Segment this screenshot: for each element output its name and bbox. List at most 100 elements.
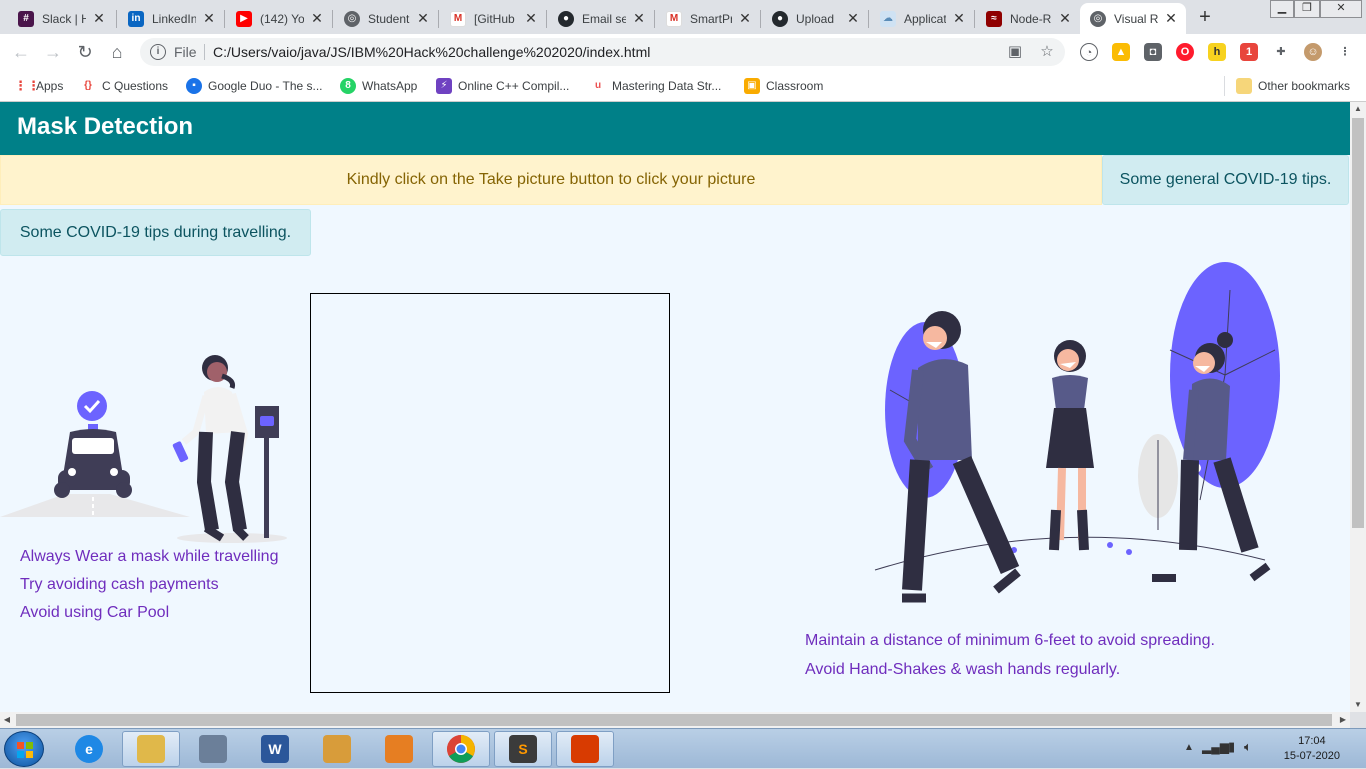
general-tips-button[interactable]: Some general COVID-19 tips. bbox=[1102, 155, 1349, 205]
new-tab-button[interactable]: + bbox=[1192, 6, 1218, 30]
avatar[interactable]: ☺ bbox=[1304, 43, 1322, 61]
reload-icon[interactable]: ↻ bbox=[73, 40, 97, 64]
taskbar-app-chrome[interactable] bbox=[432, 731, 490, 767]
tab-email[interactable]: ● Email se ✕ bbox=[548, 3, 654, 34]
close-tab-icon[interactable]: ✕ bbox=[952, 10, 966, 27]
classroom-icon: ▣ bbox=[744, 78, 760, 94]
bookmark-c-questions[interactable]: {} C Questions bbox=[80, 77, 168, 95]
taskbar-app-internet-explorer[interactable]: e bbox=[60, 731, 118, 767]
back-arrow-icon[interactable]: ← bbox=[9, 40, 33, 64]
close-tab-icon[interactable]: ✕ bbox=[1164, 10, 1178, 27]
bookmark-google-duo[interactable]: ▪ Google Duo - The s... bbox=[186, 77, 323, 95]
taskbar-app-sublime[interactable]: S bbox=[494, 731, 552, 767]
road-shape bbox=[0, 494, 190, 517]
bookmark-whatsapp[interactable]: 8 WhatsApp bbox=[340, 77, 417, 95]
tab-title: Visual R bbox=[1114, 11, 1158, 26]
chrome-icon bbox=[447, 735, 475, 763]
tab-title: Slack | H bbox=[42, 11, 86, 26]
gmail-icon: M bbox=[666, 10, 682, 27]
tab-divider bbox=[760, 10, 761, 28]
vertical-scroll-thumb[interactable] bbox=[1352, 118, 1364, 528]
close-window-button[interactable]: ✕ bbox=[1320, 0, 1362, 18]
scroll-left-arrow-icon[interactable]: ◀ bbox=[0, 712, 14, 728]
linkedin-icon: in bbox=[128, 10, 144, 27]
close-tab-icon[interactable]: ✕ bbox=[524, 10, 538, 27]
bookmark-apps[interactable]: ⋮⋮ Apps bbox=[14, 77, 63, 95]
tab-title: LinkedIn bbox=[152, 11, 196, 26]
travel-illustration bbox=[0, 355, 287, 543]
taskbar-app-office-tools[interactable] bbox=[370, 731, 428, 767]
bookmark-online-cpp[interactable]: ⚡ Online C++ Compil... bbox=[436, 77, 569, 95]
notification-extension-icon[interactable]: 1 bbox=[1240, 43, 1258, 61]
tab-slack[interactable]: # Slack | H ✕ bbox=[8, 3, 114, 34]
tab-strip: # Slack | H ✕ in LinkedIn ✕ ▶ (142) Yo ✕… bbox=[0, 0, 1366, 34]
clock[interactable]: 17:04 15-07-2020 bbox=[1284, 734, 1340, 764]
tab-youtube[interactable]: ▶ (142) Yo ✕ bbox=[226, 3, 332, 34]
start-button[interactable] bbox=[4, 731, 44, 767]
tab-application[interactable]: ☁ Applicat ✕ bbox=[870, 3, 974, 34]
travel-tip-item: Always Wear a mask while travelling bbox=[20, 548, 279, 565]
system-tray: ▲ ▂▄▆ ▮ 🔈︎ 17:04 15-07-2020 bbox=[1156, 729, 1366, 769]
horizontal-scroll-thumb[interactable] bbox=[16, 714, 1332, 726]
tab-node-red[interactable]: ≈ Node-R ✕ bbox=[976, 3, 1080, 34]
scroll-right-arrow-icon[interactable]: ▶ bbox=[1336, 712, 1350, 728]
tab-upload[interactable]: ● Upload ✕ bbox=[762, 3, 868, 34]
close-tab-icon[interactable]: ✕ bbox=[632, 10, 646, 27]
scroll-down-arrow-icon[interactable]: ▼ bbox=[1350, 698, 1366, 712]
menu-kebab-icon[interactable]: ⋮ bbox=[1336, 43, 1354, 61]
taskbar-app-window[interactable] bbox=[308, 731, 366, 767]
tab-visual-r-active[interactable]: ◎ Visual R ✕ bbox=[1080, 3, 1186, 34]
close-tab-icon[interactable]: ✕ bbox=[1058, 10, 1072, 27]
home-icon[interactable]: ⌂ bbox=[105, 40, 129, 64]
url-text[interactable]: C:/Users/vaio/java/JS/IBM%20Hack%20chall… bbox=[213, 44, 650, 60]
taskbar-app-word[interactable]: W bbox=[246, 731, 304, 767]
tray-expand-icon[interactable]: ▲ bbox=[1184, 742, 1194, 753]
address-bar[interactable]: i File C:/Users/vaio/java/JS/IBM%20Hack%… bbox=[140, 38, 1065, 66]
close-tab-icon[interactable]: ✕ bbox=[92, 10, 106, 27]
signal-icon[interactable]: ▂▄▆ bbox=[1202, 740, 1229, 754]
clock-time: 17:04 bbox=[1298, 735, 1326, 747]
tab-divider bbox=[224, 10, 225, 28]
laptop-icon bbox=[199, 735, 227, 763]
tab-github-mail[interactable]: M [GitHub ✕ bbox=[440, 3, 546, 34]
close-tab-icon[interactable]: ✕ bbox=[310, 10, 324, 27]
puzzle-extensions-icon[interactable]: ✚ bbox=[1272, 43, 1290, 61]
shield-extension-icon[interactable]: ◘ bbox=[1144, 43, 1162, 61]
info-icon[interactable]: i bbox=[150, 44, 166, 60]
scroll-up-arrow-icon[interactable]: ▲ bbox=[1350, 102, 1366, 116]
close-tab-icon[interactable]: ✕ bbox=[738, 10, 752, 27]
tab-student[interactable]: ◎ Student ✕ bbox=[334, 3, 438, 34]
forward-arrow-icon[interactable]: → bbox=[41, 40, 65, 64]
window-icon bbox=[323, 735, 351, 763]
github-icon: ● bbox=[558, 10, 574, 27]
vertical-scrollbar[interactable]: ▲ ▼ bbox=[1350, 102, 1366, 712]
travel-tips-button[interactable]: Some COVID-19 tips during travelling. bbox=[0, 209, 311, 256]
taskbar-app-computer[interactable] bbox=[184, 731, 242, 767]
close-tab-icon[interactable]: ✕ bbox=[846, 10, 860, 27]
opera-icon[interactable]: O bbox=[1176, 43, 1194, 61]
tab-divider bbox=[974, 10, 975, 28]
close-tab-icon[interactable]: ✕ bbox=[416, 10, 430, 27]
bookmark-classroom[interactable]: ▣ Classroom bbox=[744, 77, 823, 95]
battery-icon[interactable]: ▮ bbox=[1228, 739, 1235, 755]
bookmark-other[interactable]: Other bookmarks bbox=[1236, 77, 1350, 95]
apps-grid-icon: ⋮⋮ bbox=[14, 78, 40, 94]
maximize-button[interactable]: ❐ bbox=[1294, 0, 1320, 18]
minimize-button[interactable]: ▁ bbox=[1270, 0, 1294, 18]
tab-linkedin[interactable]: in LinkedIn ✕ bbox=[118, 3, 224, 34]
camera-blocked-icon[interactable]: ▣ bbox=[1006, 43, 1024, 61]
office-icon bbox=[571, 735, 599, 763]
camera-preview-box[interactable] bbox=[310, 293, 670, 693]
general-tip-item: Maintain a distance of minimum 6-feet to… bbox=[805, 632, 1215, 649]
volume-icon[interactable]: 🔈︎ bbox=[1244, 739, 1252, 755]
bookmark-star-icon[interactable]: ☆ bbox=[1038, 43, 1056, 61]
taskbar-app-explorer[interactable] bbox=[122, 731, 180, 767]
close-tab-icon[interactable]: ✕ bbox=[202, 10, 216, 27]
honey-icon[interactable]: h bbox=[1208, 43, 1226, 61]
speedometer-icon[interactable]: ◔ bbox=[1080, 43, 1098, 61]
taskbar-app-office[interactable] bbox=[556, 731, 614, 767]
bookmark-mastering-ds[interactable]: u Mastering Data Str... bbox=[590, 77, 721, 95]
tab-smartpr[interactable]: M SmartPr ✕ bbox=[656, 3, 760, 34]
horizontal-scrollbar[interactable]: ◀ ▶ bbox=[0, 712, 1350, 728]
google-drive-icon[interactable]: ▲ bbox=[1112, 43, 1130, 61]
